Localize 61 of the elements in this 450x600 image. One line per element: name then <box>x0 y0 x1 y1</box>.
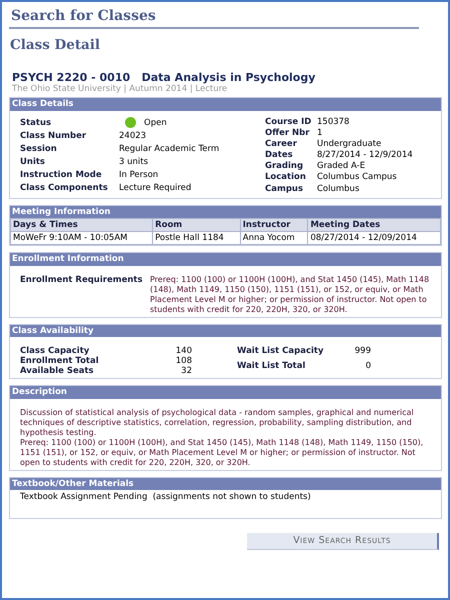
field-label: Enrollment Total <box>20 356 100 366</box>
class-meta: The Ohio State University | Autumn 2014 | Lecture <box>12 84 228 94</box>
field-value: In Person <box>119 170 158 180</box>
view-results-button[interactable]: View Search Results <box>247 532 439 550</box>
field-value: 3 units <box>119 156 148 168</box>
description-text: Prereq: 1100 (100) or 1100H (100H), and Stat 1450 (145), Math 1148 (148), Math 1149, 1150 (150), 1151 (151), or 152, or equiv, or Math Placement Level M or higher; or permission of instructor. Not open to students with credit for 220, 220H, 320, or 320H. <box>20 438 424 468</box>
field-value: 140 <box>174 346 192 356</box>
section-heading: Textbook/Other Materials <box>10 478 441 490</box>
section-heading: Class Availability <box>10 324 441 337</box>
table-cell: MoWeFr 9:10AM - 10:05AM <box>10 232 153 245</box>
field-label: Enrollment Requirements <box>20 274 144 287</box>
column-header: Instructor <box>240 218 308 232</box>
field-label: Grading <box>265 161 304 172</box>
page-title: Search for Classes <box>9 6 419 29</box>
column-header: Meeting Dates <box>308 218 440 232</box>
field-value: 999 <box>354 346 371 358</box>
field-value: Graded A-E <box>317 161 366 172</box>
field-label: Available Seats <box>20 366 95 376</box>
class-title: PSYCH 2220 - 0010 Data Analysis in Psychology <box>12 70 316 84</box>
section-heading: Description <box>10 386 441 399</box>
table-cell: 08/27/2014 - 12/09/2014 <box>308 232 440 245</box>
field-label: Campus <box>265 184 304 194</box>
field-value: 32 <box>180 366 192 376</box>
field-value: Undergraduate <box>317 138 382 150</box>
page-subtitle: Class Detail <box>10 36 102 53</box>
field-label: Offer Nbr <box>265 128 310 138</box>
field-value: 0 <box>364 361 371 374</box>
field-label: Status <box>20 118 52 128</box>
field-label: Wait List Capacity <box>237 346 325 358</box>
field-label: Wait List Total <box>237 361 306 374</box>
requirements-text: Prereq: 1100 (100) or 1100H (100H), and Stat 1450 (145), Math 1148 (148), Math 1149, 1150 (150), 1151 (151), or 152, or equiv, or Math Placement Level M or higher; or permission of instructor. Not open to students with credit for 220, 220H, 320, or 320H. <box>150 274 430 315</box>
open-status-icon <box>125 117 136 128</box>
field-value: 8/27/2014 - 12/9/2014 <box>317 150 413 160</box>
field-label: Career <box>265 138 298 150</box>
materials-text: Textbook Assignment Pending (assignments not shown to students) <box>19 490 312 504</box>
field-label: Units <box>20 156 46 168</box>
field-value: Open <box>144 118 167 128</box>
section-heading: Meeting Information <box>10 206 441 218</box>
field-value: Columbus Campus <box>317 172 398 183</box>
field-value: Lecture Required <box>119 182 192 193</box>
table-cell: Anna Yocom <box>240 232 308 245</box>
field-value: 24023 <box>119 131 146 142</box>
field-label: Class Number <box>20 131 88 142</box>
section-heading: Class Details <box>10 98 441 111</box>
field-label: Location <box>265 172 307 183</box>
field-label: Course ID <box>265 116 312 127</box>
field-value: Regular Academic Term <box>119 144 220 154</box>
column-header: Room <box>152 218 240 232</box>
field-label: Dates <box>265 150 294 160</box>
field-value: 150378 <box>317 116 350 127</box>
field-label: Class Components <box>20 182 109 193</box>
description-text: Discussion of statistical analysis of psychological data - random samples, graphical and numerical techniques of descriptive statistics, correlation, regression, probability, sampling distribution, and hypothesis testing. <box>20 408 415 438</box>
field-value: 1 <box>317 128 324 138</box>
column-header: Days & Times <box>10 218 153 232</box>
field-label: Session <box>20 144 58 154</box>
field-value: 108 <box>174 356 192 366</box>
table-cell: Postle Hall 1184 <box>152 232 240 245</box>
field-value: Columbus <box>317 184 360 194</box>
section-heading: Enrollment Information <box>10 253 441 266</box>
field-label: Class Capacity <box>20 346 90 356</box>
field-label: Instruction Mode <box>20 170 103 180</box>
